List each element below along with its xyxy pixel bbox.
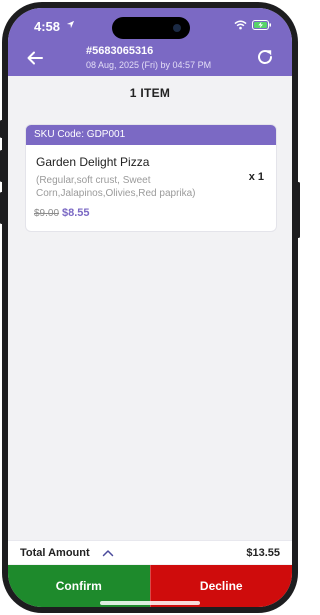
location-arrow-icon (66, 20, 75, 29)
total-amount-bar[interactable]: Total Amount $13.55 (8, 540, 292, 564)
item-quantity: x 1 (248, 171, 264, 183)
total-amount-value: $13.55 (246, 547, 280, 559)
status-time: 4:58 (34, 19, 61, 34)
item-original-price: $9.00 (34, 208, 60, 219)
status-icons (234, 20, 272, 30)
item-name: Garden Delight Pizza (36, 155, 150, 169)
item-price: $8.55 (62, 207, 90, 219)
item-options: (Regular,soft crust, Sweet Corn,Jalapino… (36, 175, 196, 199)
refresh-icon[interactable] (256, 48, 274, 66)
back-arrow-icon[interactable] (26, 49, 44, 67)
order-number: #5683065316 (86, 45, 154, 57)
sku-code: SKU Code: GDP001 (26, 125, 276, 145)
items-count-heading: 1 ITEM (129, 86, 171, 100)
total-amount-label: Total Amount (20, 547, 90, 559)
chevron-up-icon[interactable] (102, 548, 114, 558)
order-item-card: SKU Code: GDP001 Garden Delight Pizza x … (26, 125, 276, 231)
front-camera (166, 17, 188, 39)
battery-charging-icon (252, 20, 271, 30)
status-bar: 4:58 (8, 8, 292, 39)
phone-frame: 4:58 #5683065316 08 Aug, 2025 (Fri) by 0… (2, 2, 298, 613)
home-indicator[interactable] (100, 601, 200, 605)
wifi-icon (234, 20, 247, 30)
order-header: 4:58 #5683065316 08 Aug, 2025 (Fri) by 0… (8, 8, 292, 76)
app-screen: 4:58 #5683065316 08 Aug, 2025 (Fri) by 0… (8, 8, 292, 607)
order-datetime: 08 Aug, 2025 (Fri) by 04:57 PM (86, 60, 212, 70)
